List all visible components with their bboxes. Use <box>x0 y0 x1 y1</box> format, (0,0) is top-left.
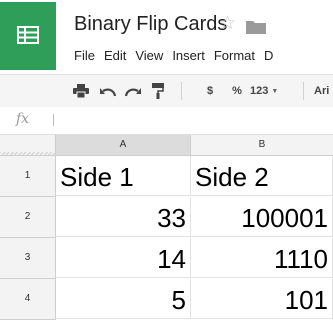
toolbar-separator <box>303 82 304 100</box>
paint-format-icon[interactable] <box>148 75 168 107</box>
menu-insert[interactable]: Insert <box>172 48 205 63</box>
undo-icon[interactable] <box>97 75 119 107</box>
number-format-label: 123 <box>250 85 269 97</box>
cell-a4[interactable]: 5 <box>56 279 191 319</box>
row-header-1[interactable]: 1 <box>0 156 56 197</box>
redo-icon[interactable] <box>122 75 144 107</box>
menu-file[interactable]: File <box>74 48 95 63</box>
currency-format-button[interactable]: $ <box>203 75 217 107</box>
cell-b1[interactable]: Side 2 <box>191 156 333 196</box>
fx-icon: fx <box>16 111 30 127</box>
menu-bar: File Edit View Insert Format D <box>74 48 282 63</box>
number-format-dropdown[interactable]: 123 ▼ <box>250 75 290 107</box>
row-header-3[interactable]: 3 <box>0 238 56 279</box>
menu-data[interactable]: D <box>264 48 273 63</box>
cell-b3[interactable]: 1110 <box>191 238 333 278</box>
formula-bar-separator <box>53 114 54 126</box>
select-all-corner[interactable] <box>0 135 56 156</box>
folder-icon[interactable] <box>246 20 266 34</box>
menu-view[interactable]: View <box>135 48 163 63</box>
column-header-b[interactable]: B <box>191 135 333 156</box>
star-icon[interactable]: ☆ <box>219 14 236 33</box>
cell-b4[interactable]: 101 <box>191 279 333 319</box>
menu-format[interactable]: Format <box>214 48 255 63</box>
formula-bar: fx <box>0 107 333 135</box>
sheets-grid-glyph <box>17 26 39 44</box>
cell-a2[interactable]: 33 <box>56 197 191 237</box>
cell-a3[interactable]: 14 <box>56 238 191 278</box>
sheets-icon[interactable] <box>0 2 56 70</box>
row-header-2[interactable]: 2 <box>0 197 56 238</box>
chevron-down-icon: ▼ <box>271 87 279 95</box>
font-family-dropdown[interactable]: Ari <box>314 75 333 107</box>
percent-format-button[interactable]: % <box>230 75 244 107</box>
column-header-a[interactable]: A <box>56 135 191 156</box>
print-icon[interactable] <box>71 75 91 107</box>
menu-edit[interactable]: Edit <box>104 48 126 63</box>
title-bar: Binary Flip Cards ☆ File Edit View Insert Fo… <box>0 0 333 76</box>
cell-b2[interactable]: 100001 <box>191 197 333 237</box>
document-title[interactable]: Binary Flip Cards <box>74 13 227 36</box>
toolbar-separator <box>181 82 182 100</box>
cell-a1[interactable]: Side 1 <box>56 156 191 196</box>
row-header-4[interactable]: 4 <box>0 279 56 320</box>
toolbar: $ % 123 ▼ Ari <box>0 74 333 108</box>
